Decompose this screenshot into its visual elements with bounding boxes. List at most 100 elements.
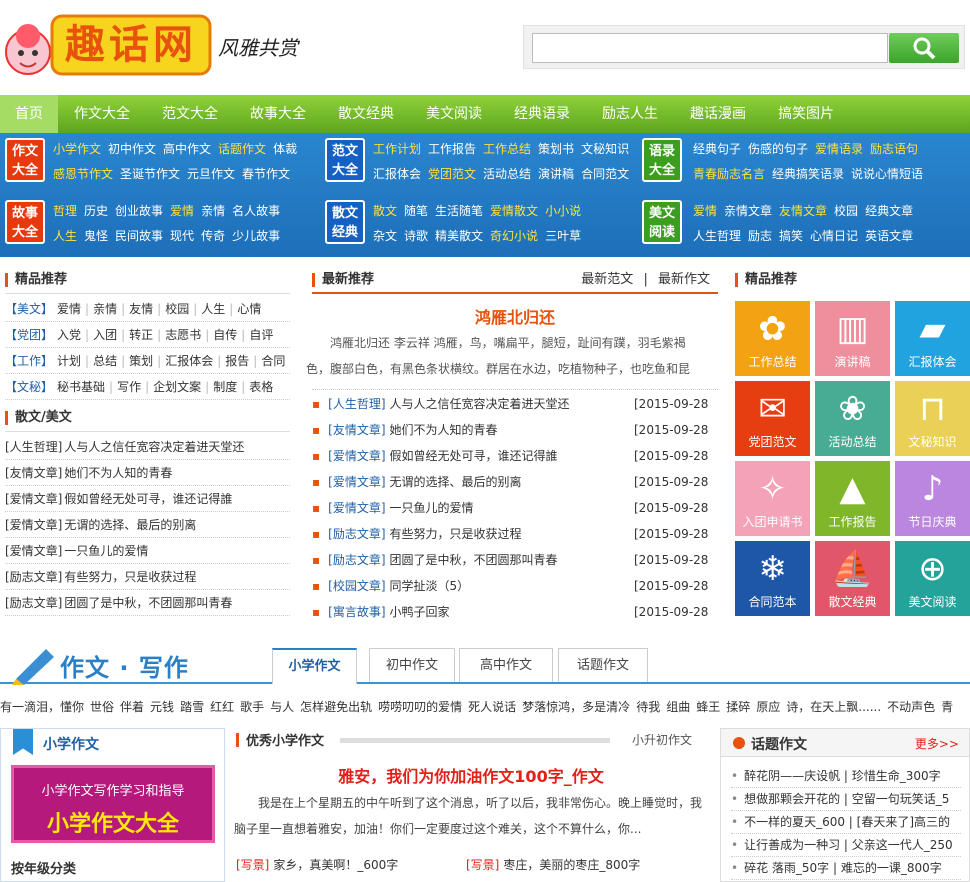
category-link[interactable]: 名人故事	[232, 204, 280, 218]
list-item[interactable]: [励志文章] 团圆了是中秋，不团圆那叫青春	[5, 590, 290, 616]
category-link[interactable]: 文秘知识	[581, 142, 629, 156]
featured-link[interactable]: 入党	[57, 328, 81, 342]
category-link[interactable]: 元旦作文	[187, 167, 235, 181]
category-link[interactable]: 历史	[84, 204, 108, 218]
tile-9[interactable]: ♪ 节日庆典	[895, 461, 970, 536]
featured-link[interactable]: 企划文案	[153, 380, 201, 394]
nav-item[interactable]: 搞笑图片	[762, 95, 850, 133]
featured-link[interactable]: 自传	[213, 328, 237, 342]
tab-4[interactable]: 话题作文	[558, 648, 648, 682]
category-link[interactable]: 英语文章	[865, 229, 913, 243]
featured-link[interactable]: 爱情	[57, 302, 81, 316]
nav-item[interactable]: 故事大全	[234, 95, 322, 133]
keyword-link[interactable]: 揉碎	[726, 700, 750, 714]
keyword-link[interactable]: 梦落惊鸿，多是清冷	[522, 700, 630, 714]
category-link[interactable]: 鬼怪	[84, 229, 108, 243]
search-button[interactable]	[889, 33, 959, 63]
category-link[interactable]: 奇幻小说	[490, 229, 538, 243]
topic-item[interactable]: • 想做那颗会开花的 | 空留一句玩笑话_5	[731, 788, 961, 811]
tile-4[interactable]: ✉ 党团范文	[735, 381, 810, 456]
tile-12[interactable]: ⊕ 美文阅读	[895, 541, 970, 616]
composition-item[interactable]: [写景] 枣庄，美丽的枣庄_800字	[466, 856, 640, 873]
list-item[interactable]: ▪ [励志文章] 团圆了是中秋，不团圆那叫青春 [2015-09-28	[312, 547, 712, 573]
keyword-link[interactable]: 死人说话	[468, 700, 516, 714]
list-item[interactable]: [爱情文章] 假如曾经无处可寻，谁还记得誰	[5, 486, 290, 512]
category-link[interactable]: 策划书	[538, 142, 574, 156]
category-link[interactable]: 体裁	[273, 142, 297, 156]
category-link[interactable]: 伤感的句子	[748, 142, 808, 156]
tab-1[interactable]: 小学作文	[272, 648, 357, 684]
featured-link[interactable]: 入团	[93, 328, 117, 342]
featured-link[interactable]: 校园	[165, 302, 189, 316]
keyword-link[interactable]: 与人	[270, 700, 294, 714]
category-link[interactable]: 励志语句	[870, 142, 918, 156]
tile-7[interactable]: ✧ 入团申请书	[735, 461, 810, 536]
topic-item[interactable]: • 让行善成为一种习 | 父亲这一代人_250	[731, 834, 961, 857]
category-link[interactable]: 工作总结	[483, 142, 531, 156]
category-link[interactable]: 党团范文	[428, 167, 476, 181]
xiaoshengchu-link[interactable]: 小升初作文	[632, 731, 692, 748]
category-link[interactable]: 三叶草	[545, 229, 581, 243]
keyword-link[interactable]: 青	[941, 700, 953, 714]
list-item[interactable]: ▪ [寓言故事] 小鸭子回家 [2015-09-28	[312, 599, 712, 625]
category-link[interactable]: 诗歌	[404, 229, 428, 243]
category-link[interactable]: 现代	[170, 229, 194, 243]
featured-link[interactable]: 报告	[225, 354, 249, 368]
category-link[interactable]: 校园	[834, 204, 858, 218]
tile-1[interactable]: ✿ 工作总结	[735, 301, 810, 376]
category-link[interactable]: 青春励志名言	[693, 167, 765, 181]
category-box[interactable]: 散文 经典	[325, 200, 365, 244]
keyword-link[interactable]: 伴着	[120, 700, 144, 714]
keyword-link[interactable]: 元钱	[150, 700, 174, 714]
featured-link[interactable]: 友情	[129, 302, 153, 316]
topic-item[interactable]: • 不一样的夏天_600 | [春天来了]高三的	[731, 811, 961, 834]
keyword-link[interactable]: 不动声色	[887, 700, 935, 714]
category-link[interactable]: 创业故事	[115, 204, 163, 218]
featured-link[interactable]: 转正	[129, 328, 153, 342]
list-item[interactable]: ▪ [人生哲理] 人与人之信任宽容决定着进天堂还 [2015-09-28	[312, 391, 712, 417]
promo-banner[interactable]: 小学作文写作学习和指导 小学作文大全	[11, 765, 215, 843]
featured-link[interactable]: 心情	[237, 302, 261, 316]
category-link[interactable]: 亲情	[201, 204, 225, 218]
tile-2[interactable]: ▥ 演讲稿	[815, 301, 890, 376]
featured-link[interactable]: 计划	[57, 354, 81, 368]
list-item[interactable]: ▪ [爱情文章] 一只鱼儿的爱情 [2015-09-28	[312, 495, 712, 521]
search-input[interactable]	[532, 33, 888, 63]
category-link[interactable]: 爱情	[170, 204, 194, 218]
category-link[interactable]: 春节作文	[242, 167, 290, 181]
category-link[interactable]: 经典文章	[865, 204, 913, 218]
keyword-link[interactable]: 踏雪	[180, 700, 204, 714]
category-link[interactable]: 人生	[53, 229, 77, 243]
featured-link[interactable]: 策划	[129, 354, 153, 368]
category-link[interactable]: 汇报体会	[373, 167, 421, 181]
featured-link[interactable]: 表格	[249, 380, 273, 394]
category-link[interactable]: 哲理	[53, 204, 77, 218]
featured-link[interactable]: 总结	[93, 354, 117, 368]
category-link[interactable]: 工作报告	[428, 142, 476, 156]
featured-link[interactable]: 人生	[201, 302, 225, 316]
category-box[interactable]: 故事 大全	[5, 200, 45, 244]
nav-item[interactable]: 经典语录	[498, 95, 586, 133]
category-link[interactable]: 民间故事	[115, 229, 163, 243]
keyword-link[interactable]: 唠唠叨叨的爱情	[378, 700, 462, 714]
site-logo[interactable]: 趣话网	[2, 10, 216, 80]
tab-2[interactable]: 初中作文	[369, 648, 455, 682]
topic-item[interactable]: • 碎花 落雨_50字 | 难忘的一课_800字	[731, 857, 961, 880]
category-box[interactable]: 语录 大全	[642, 138, 682, 182]
category-link[interactable]: 话题作文	[218, 142, 266, 156]
keyword-link[interactable]: 组曲	[666, 700, 690, 714]
list-item[interactable]: [励志文章] 有些努力，只是收获过程	[5, 564, 290, 590]
keyword-link[interactable]: 怎样避免出轨	[300, 700, 372, 714]
featured-tag[interactable]: 【美文】	[5, 302, 53, 316]
tile-11[interactable]: ⛵ 散文经典	[815, 541, 890, 616]
featured-tag[interactable]: 【工作】	[5, 354, 53, 368]
category-link[interactable]: 小小说	[545, 204, 581, 218]
category-link[interactable]: 搞笑	[779, 229, 803, 243]
topic-more-link[interactable]: 更多>>	[915, 735, 959, 752]
category-link[interactable]: 传奇	[201, 229, 225, 243]
category-link[interactable]: 圣诞节作文	[120, 167, 180, 181]
list-item[interactable]: ▪ [友情文章] 她们不为人知的青春 [2015-09-28	[312, 417, 712, 443]
featured-tag[interactable]: 【文秘】	[5, 380, 53, 394]
category-link[interactable]: 小学作文	[53, 142, 101, 156]
composition-item[interactable]: [写景] 家乡，真美啊！_600字	[236, 856, 398, 873]
